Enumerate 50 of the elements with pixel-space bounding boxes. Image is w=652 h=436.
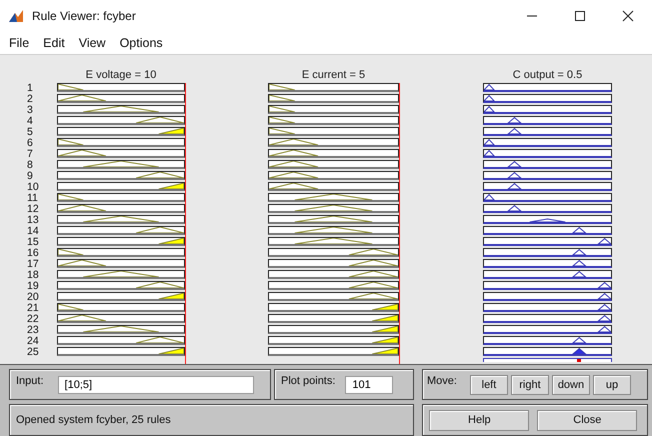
- rule-number: 17: [27, 259, 40, 270]
- rule-number: 10: [27, 182, 40, 193]
- input-line[interactable]: [185, 83, 186, 364]
- move-label: Move:: [427, 375, 457, 387]
- move-button[interactable]: right: [510, 374, 549, 394]
- rule-number: 8: [27, 160, 34, 171]
- maximize-icon[interactable]: [574, 10, 586, 22]
- rule-number: 7: [27, 149, 34, 160]
- rule-number: 11: [27, 193, 39, 204]
- status-text: Opened system fcyber, 25 rules: [16, 414, 171, 426]
- variable-title: E current = 5: [302, 69, 366, 81]
- rule-number: 2: [27, 94, 34, 105]
- rule-number: 3: [27, 105, 34, 116]
- move-button[interactable]: down: [552, 374, 590, 394]
- rule-number: 22: [27, 314, 40, 325]
- dialog-button[interactable]: Close: [537, 410, 638, 430]
- input-label: Input:: [16, 375, 44, 387]
- rule-number: 19: [27, 281, 40, 292]
- menu-item[interactable]: File: [9, 36, 30, 50]
- rule-number: 23: [27, 325, 40, 336]
- plot-points-field[interactable]: 101: [345, 376, 394, 394]
- rule-number: 20: [27, 292, 40, 303]
- rule-number: 18: [27, 270, 40, 281]
- window-title: Rule Viewer: fcyber: [32, 9, 136, 23]
- rule-number: 6: [27, 138, 34, 149]
- close-icon[interactable]: [622, 10, 634, 22]
- rule-number: 15: [27, 237, 40, 248]
- rule-number: 9: [27, 171, 34, 182]
- input-line[interactable]: [399, 83, 400, 364]
- variable-title: E voltage = 10: [86, 69, 156, 81]
- rule-number: 4: [27, 116, 34, 127]
- rule-number: 13: [27, 215, 40, 226]
- menu-item[interactable]: Edit: [43, 36, 65, 50]
- rule-number: 5: [27, 127, 34, 138]
- rule-number: 24: [27, 336, 40, 347]
- dialog-button[interactable]: Help: [429, 410, 530, 430]
- rule-number: 25: [27, 347, 40, 358]
- input-field[interactable]: [10;5]: [58, 376, 254, 394]
- rule-number: 1: [27, 83, 34, 94]
- rule-number: 14: [27, 226, 40, 237]
- move-button[interactable]: up: [592, 374, 631, 394]
- rule-number: 12: [27, 204, 40, 215]
- menu-item[interactable]: Options: [120, 36, 163, 50]
- app-logo-icon: [8, 8, 24, 24]
- rule-number: 21: [27, 303, 40, 314]
- move-button[interactable]: left: [470, 374, 508, 394]
- variable-title: C output = 0.5: [512, 69, 582, 81]
- plot-points-label: Plot points:: [281, 375, 336, 387]
- menu-item[interactable]: View: [78, 36, 106, 50]
- rule-number: 16: [27, 248, 40, 259]
